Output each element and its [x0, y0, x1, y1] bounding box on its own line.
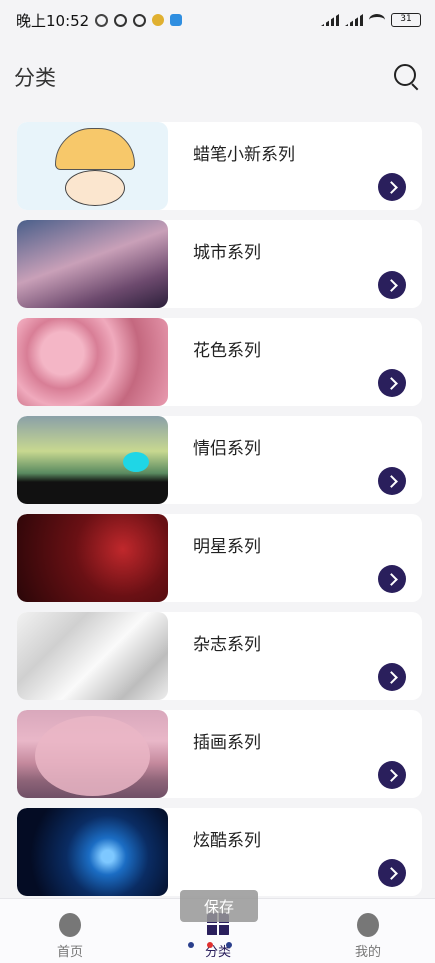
- page-header: 分类: [0, 50, 435, 104]
- battery-icon: 31: [391, 13, 421, 27]
- indicator-dot: [207, 942, 213, 948]
- signal-icon: [345, 14, 363, 26]
- category-label: 杂志系列: [193, 635, 261, 655]
- moon-icon: [95, 13, 109, 27]
- category-thumbnail: [17, 318, 168, 406]
- save-toast: 保存: [180, 890, 258, 922]
- category-thumbnail: [17, 710, 168, 798]
- category-card-star[interactable]: 明星系列: [17, 514, 422, 602]
- nav-home[interactable]: 首页: [10, 899, 130, 963]
- home-icon: [59, 913, 81, 937]
- category-label: 插画系列: [193, 733, 261, 753]
- category-thumbnail: [17, 514, 168, 602]
- chevron-right-icon[interactable]: [378, 565, 406, 593]
- status-bar: 晚上10:52 31: [0, 0, 435, 40]
- alarm-icon: [133, 13, 147, 27]
- category-label: 蜡笔小新系列: [193, 145, 295, 165]
- category-card-city[interactable]: 城市系列: [17, 220, 422, 308]
- chevron-right-icon[interactable]: [378, 271, 406, 299]
- category-thumbnail: [17, 122, 168, 210]
- indicator-dot: [226, 942, 232, 948]
- status-time: 晚上10:52: [16, 11, 90, 30]
- chevron-right-icon[interactable]: [378, 761, 406, 789]
- chevron-right-icon[interactable]: [378, 467, 406, 495]
- nav-mine[interactable]: 我的: [308, 899, 428, 963]
- wifi-icon: [369, 14, 385, 26]
- nav-mine-label: 我的: [354, 945, 381, 960]
- chevron-right-icon[interactable]: [378, 369, 406, 397]
- category-label: 炫酷系列: [193, 831, 261, 851]
- chevron-right-icon[interactable]: [378, 663, 406, 691]
- profile-icon: [357, 913, 379, 937]
- nav-home-label: 首页: [56, 945, 83, 960]
- indicator-dot: [188, 942, 194, 948]
- app-icon: [170, 14, 183, 26]
- category-card-couple[interactable]: 情侣系列: [17, 416, 422, 504]
- mute-icon: [114, 13, 128, 27]
- category-list: 蜡笔小新系列 城市系列 花色系列 情侣系列 明星系列 杂志系列 插画系列 炫酷系…: [17, 122, 422, 906]
- category-thumbnail: [17, 612, 168, 700]
- category-card-cool[interactable]: 炫酷系列: [17, 808, 422, 896]
- category-thumbnail: [17, 416, 168, 504]
- category-card-magazine[interactable]: 杂志系列: [17, 612, 422, 700]
- chevron-right-icon[interactable]: [378, 859, 406, 887]
- chevron-right-icon[interactable]: [378, 173, 406, 201]
- category-thumbnail: [17, 220, 168, 308]
- category-label: 花色系列: [193, 341, 261, 361]
- category-card-flower[interactable]: 花色系列: [17, 318, 422, 406]
- category-card-crayon[interactable]: 蜡笔小新系列: [17, 122, 422, 210]
- page-indicator: [188, 942, 232, 948]
- app-icon: [152, 14, 165, 26]
- search-icon[interactable]: [393, 63, 421, 91]
- category-label: 明星系列: [193, 537, 261, 557]
- category-card-illustration[interactable]: 插画系列: [17, 710, 422, 798]
- signal-icon: [321, 14, 339, 26]
- category-label: 城市系列: [193, 243, 261, 263]
- category-label: 情侣系列: [193, 439, 261, 459]
- category-thumbnail: [17, 808, 168, 896]
- page-title: 分类: [14, 66, 56, 90]
